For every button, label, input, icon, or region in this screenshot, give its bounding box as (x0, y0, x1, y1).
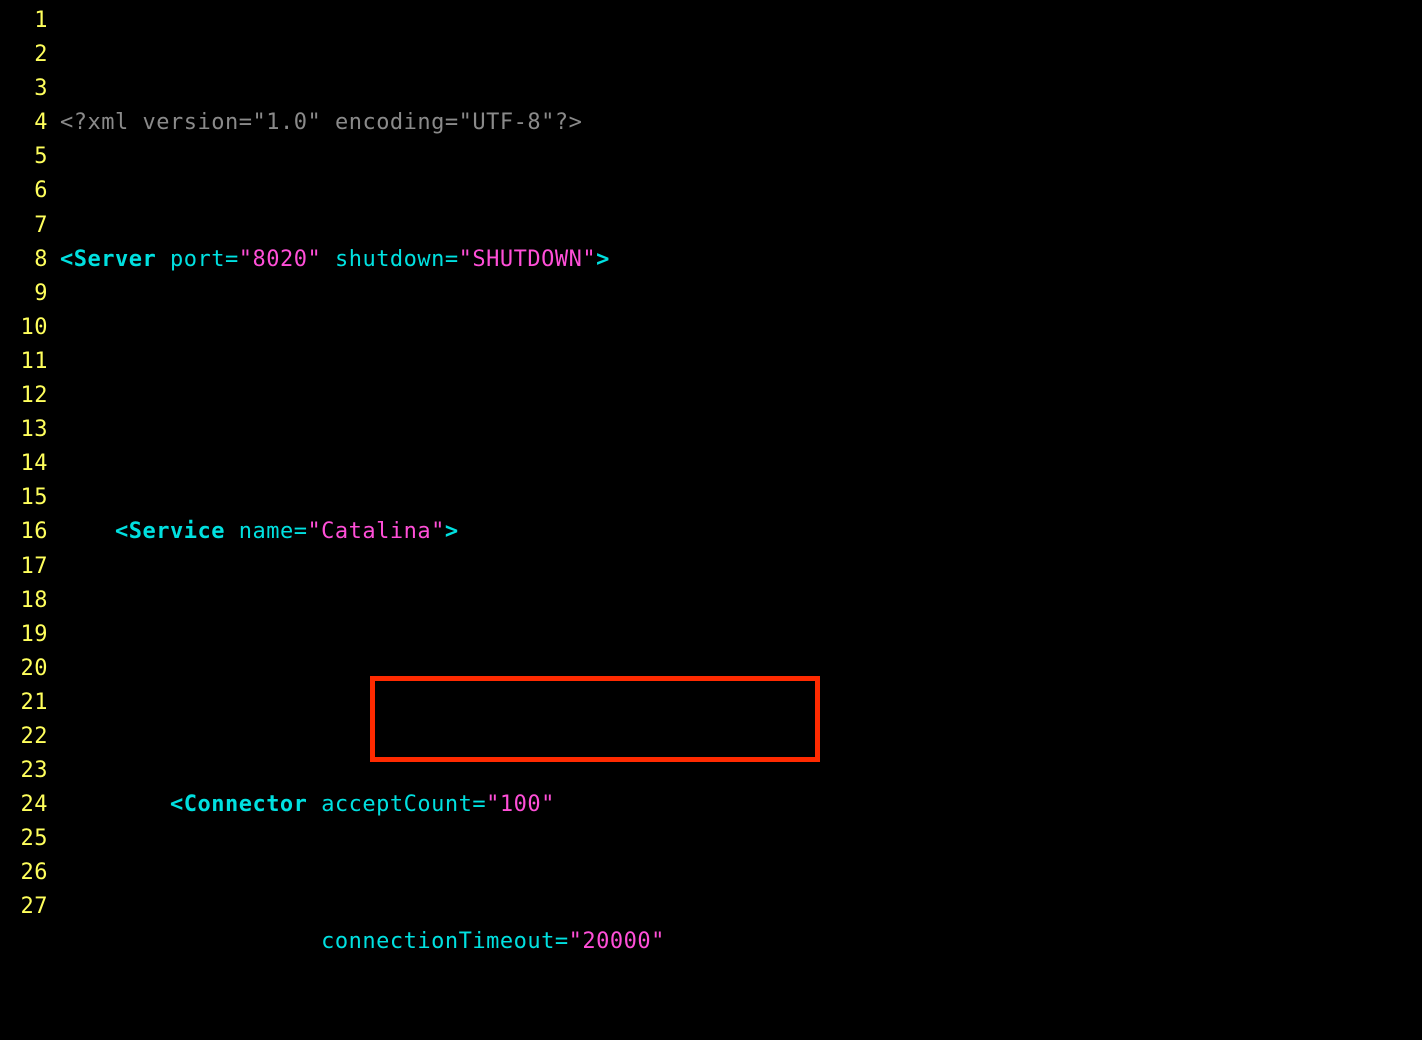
line-number: 23 (0, 754, 48, 788)
line-number: 8 (0, 243, 48, 277)
server-tag: Server (74, 247, 156, 272)
attr-name: shutdown (335, 247, 445, 272)
line-number: 11 (0, 345, 48, 379)
line-number: 17 (0, 550, 48, 584)
line-number: 14 (0, 447, 48, 481)
attr-name: port (170, 247, 225, 272)
tag-open: < (60, 247, 74, 272)
tag-close: > (596, 247, 610, 272)
service-tag: Service (129, 519, 225, 544)
line-number: 19 (0, 618, 48, 652)
code-line[interactable]: <Service name="Catalina"> (60, 515, 1422, 549)
line-number-gutter: 1 2 3 4 5 6 7 8 9 10 11 12 13 14 15 16 1… (0, 0, 60, 1040)
line-number: 24 (0, 788, 48, 822)
code-line[interactable]: <Connector acceptCount="100" (60, 788, 1422, 822)
line-number: 25 (0, 822, 48, 856)
line-number: 16 (0, 515, 48, 549)
line-number: 5 (0, 140, 48, 174)
line-number: 7 (0, 209, 48, 243)
connector-tag: Connector (184, 792, 308, 817)
code-line[interactable] (60, 379, 1422, 413)
code-editor[interactable]: 1 2 3 4 5 6 7 8 9 10 11 12 13 14 15 16 1… (0, 0, 1422, 1040)
line-number: 2 (0, 38, 48, 72)
line-number: 4 (0, 106, 48, 140)
line-number: 21 (0, 686, 48, 720)
line-number: 13 (0, 413, 48, 447)
line-number: 26 (0, 856, 48, 890)
code-area[interactable]: <?xml version="1.0" encoding="UTF-8"?> <… (60, 0, 1422, 1040)
line-number: 9 (0, 277, 48, 311)
code-line[interactable]: <?xml version="1.0" encoding="UTF-8"?> (60, 106, 1422, 140)
line-number: 22 (0, 720, 48, 754)
line-number: 6 (0, 174, 48, 208)
line-number: 12 (0, 379, 48, 413)
line-number: 3 (0, 72, 48, 106)
line-number: 27 (0, 890, 48, 924)
line-number: 20 (0, 652, 48, 686)
code-line[interactable]: <Server port="8020" shutdown="SHUTDOWN"> (60, 243, 1422, 277)
line-number: 1 (0, 4, 48, 38)
code-line[interactable] (60, 652, 1422, 686)
code-line[interactable]: connectionTimeout="20000" (60, 925, 1422, 959)
line-number: 18 (0, 584, 48, 618)
attr-value: "8020" (239, 247, 321, 272)
proxy-highlight-box (370, 676, 820, 762)
line-number: 15 (0, 481, 48, 515)
line-number: 10 (0, 311, 48, 345)
xml-pi: <?xml version="1.0" encoding="UTF-8"?> (60, 110, 582, 135)
attr-value: "SHUTDOWN" (459, 247, 596, 272)
